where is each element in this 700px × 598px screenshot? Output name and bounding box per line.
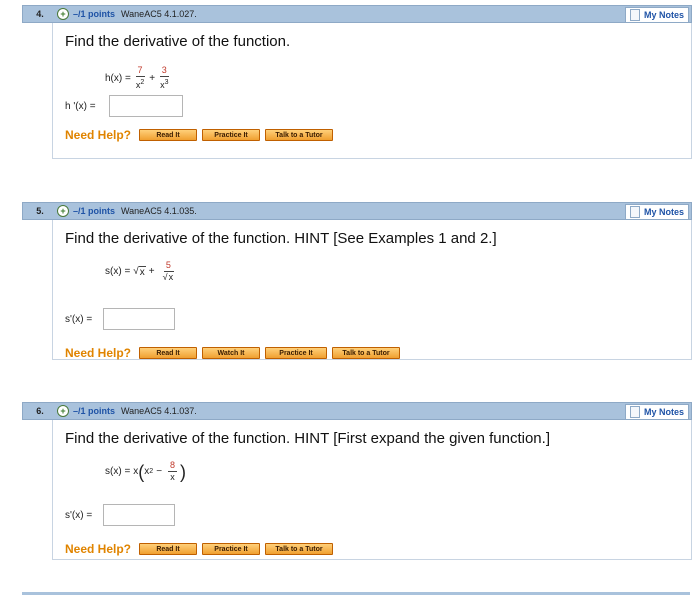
plus-sign: + <box>149 72 156 84</box>
numerator: 3 <box>159 65 169 77</box>
fraction: 5 √x <box>161 260 176 283</box>
function-expression: s(x) = √ x + 5 √x <box>105 260 179 283</box>
my-notes-label: My Notes <box>643 407 684 417</box>
practice-it-button[interactable]: Practice It <box>202 543 261 555</box>
plus-sign: + <box>148 266 155 277</box>
points-label: –/1 points <box>73 406 116 416</box>
question-body: Find the derivative of the function. HIN… <box>52 420 692 560</box>
need-help-label: Need Help? <box>65 128 132 142</box>
answer-row: s'(x) = <box>65 308 175 330</box>
need-help-label: Need Help? <box>65 346 132 360</box>
exponent: 2 <box>149 468 154 475</box>
watch-it-button[interactable]: Watch It <box>202 347 261 359</box>
talk-to-tutor-button[interactable]: Talk to a Tutor <box>332 347 401 359</box>
numerator: 8 <box>168 460 178 472</box>
notes-icon <box>629 406 640 418</box>
sqrt-argument: x <box>138 265 146 278</box>
answer-input[interactable] <box>109 95 183 117</box>
question-4: 4. + –/1 points WaneAC5 4.1.027. My Note… <box>22 5 692 159</box>
practice-it-button[interactable]: Practice It <box>202 129 261 141</box>
points-label: –/1 points <box>73 9 116 19</box>
my-notes-label: My Notes <box>643 207 684 217</box>
read-it-button[interactable]: Read It <box>139 543 198 555</box>
function-expression: s(x) = x ( x2 − 8 x ) <box>105 460 186 483</box>
question-body: Find the derivative of the function. HIN… <box>52 220 692 360</box>
fraction: 3 x3 <box>158 65 170 91</box>
question-prompt: Find the derivative of the function. HIN… <box>65 230 497 247</box>
answer-label: s'(x) = <box>65 509 93 521</box>
notes-icon <box>629 9 640 21</box>
answer-row: s'(x) = <box>65 504 175 526</box>
exponent: 2 <box>140 79 145 86</box>
fraction: 8 x <box>168 460 178 483</box>
question-header: 6. + –/1 points WaneAC5 4.1.037. My Note… <box>22 402 692 420</box>
answer-label: s'(x) = <box>65 313 93 325</box>
talk-to-tutor-button[interactable]: Talk to a Tutor <box>265 543 334 555</box>
fraction: 7 x2 <box>134 65 146 91</box>
question-5: 5. + –/1 points WaneAC5 4.1.035. My Note… <box>22 202 692 360</box>
source-label: WaneAC5 4.1.027. <box>121 9 197 19</box>
need-help-row: Need Help? Read It Practice It Talk to a… <box>65 128 338 142</box>
function-expression: h(x) = 7 x2 + 3 x3 <box>105 65 174 91</box>
question-header: 5. + –/1 points WaneAC5 4.1.035. My Note… <box>22 202 692 220</box>
function-lhs: s(x) = <box>105 466 131 477</box>
need-help-row: Need Help? Read It Practice It Talk to a… <box>65 542 338 556</box>
my-notes-button[interactable]: My Notes <box>624 7 689 23</box>
question-prompt: Find the derivative of the function. <box>65 33 291 50</box>
plus-circle-icon[interactable]: + <box>57 205 69 217</box>
question-number: 5. <box>36 206 44 216</box>
denominator: √x <box>161 271 176 283</box>
notes-icon <box>629 206 640 218</box>
my-notes-button[interactable]: My Notes <box>624 204 689 220</box>
close-paren: ) <box>180 461 187 482</box>
answer-input[interactable] <box>103 504 175 526</box>
question-header: 4. + –/1 points WaneAC5 4.1.027. My Note… <box>22 5 692 23</box>
question-number: 4. <box>36 9 44 19</box>
denominator: x2 <box>134 77 146 91</box>
function-lhs: s(x) = <box>105 266 131 277</box>
plus-circle-icon[interactable]: + <box>57 8 69 20</box>
talk-to-tutor-button[interactable]: Talk to a Tutor <box>265 129 334 141</box>
exponent: 3 <box>164 79 169 86</box>
denominator: x <box>170 472 175 482</box>
my-notes-label: My Notes <box>643 10 684 20</box>
read-it-button[interactable]: Read It <box>139 347 198 359</box>
question-prompt: Find the derivative of the function. HIN… <box>65 430 550 447</box>
source-label: WaneAC5 4.1.035. <box>121 206 197 216</box>
answer-input[interactable] <box>103 308 175 330</box>
need-help-label: Need Help? <box>65 542 132 556</box>
source-label: WaneAC5 4.1.037. <box>121 406 197 416</box>
question-6: 6. + –/1 points WaneAC5 4.1.037. My Note… <box>22 402 692 560</box>
question-body: Find the derivative of the function. h(x… <box>52 23 692 159</box>
points-label: –/1 points <box>73 206 116 216</box>
numerator: 7 <box>135 65 145 77</box>
minus-sign: − <box>156 466 163 477</box>
sqrt-symbol: √ <box>162 272 168 282</box>
sqrt-argument: x <box>167 271 175 282</box>
question-number: 6. <box>36 406 44 416</box>
function-lhs: h(x) = <box>105 72 131 84</box>
page-divider <box>22 592 690 595</box>
practice-it-button[interactable]: Practice It <box>265 347 328 359</box>
plus-circle-icon[interactable]: + <box>57 405 69 417</box>
read-it-button[interactable]: Read It <box>139 129 198 141</box>
answer-label: h '(x) = <box>65 100 96 112</box>
need-help-row: Need Help? Read It Watch It Practice It … <box>65 346 405 360</box>
my-notes-button[interactable]: My Notes <box>624 404 689 420</box>
denominator: x3 <box>158 77 170 91</box>
answer-row: h '(x) = <box>65 95 183 117</box>
